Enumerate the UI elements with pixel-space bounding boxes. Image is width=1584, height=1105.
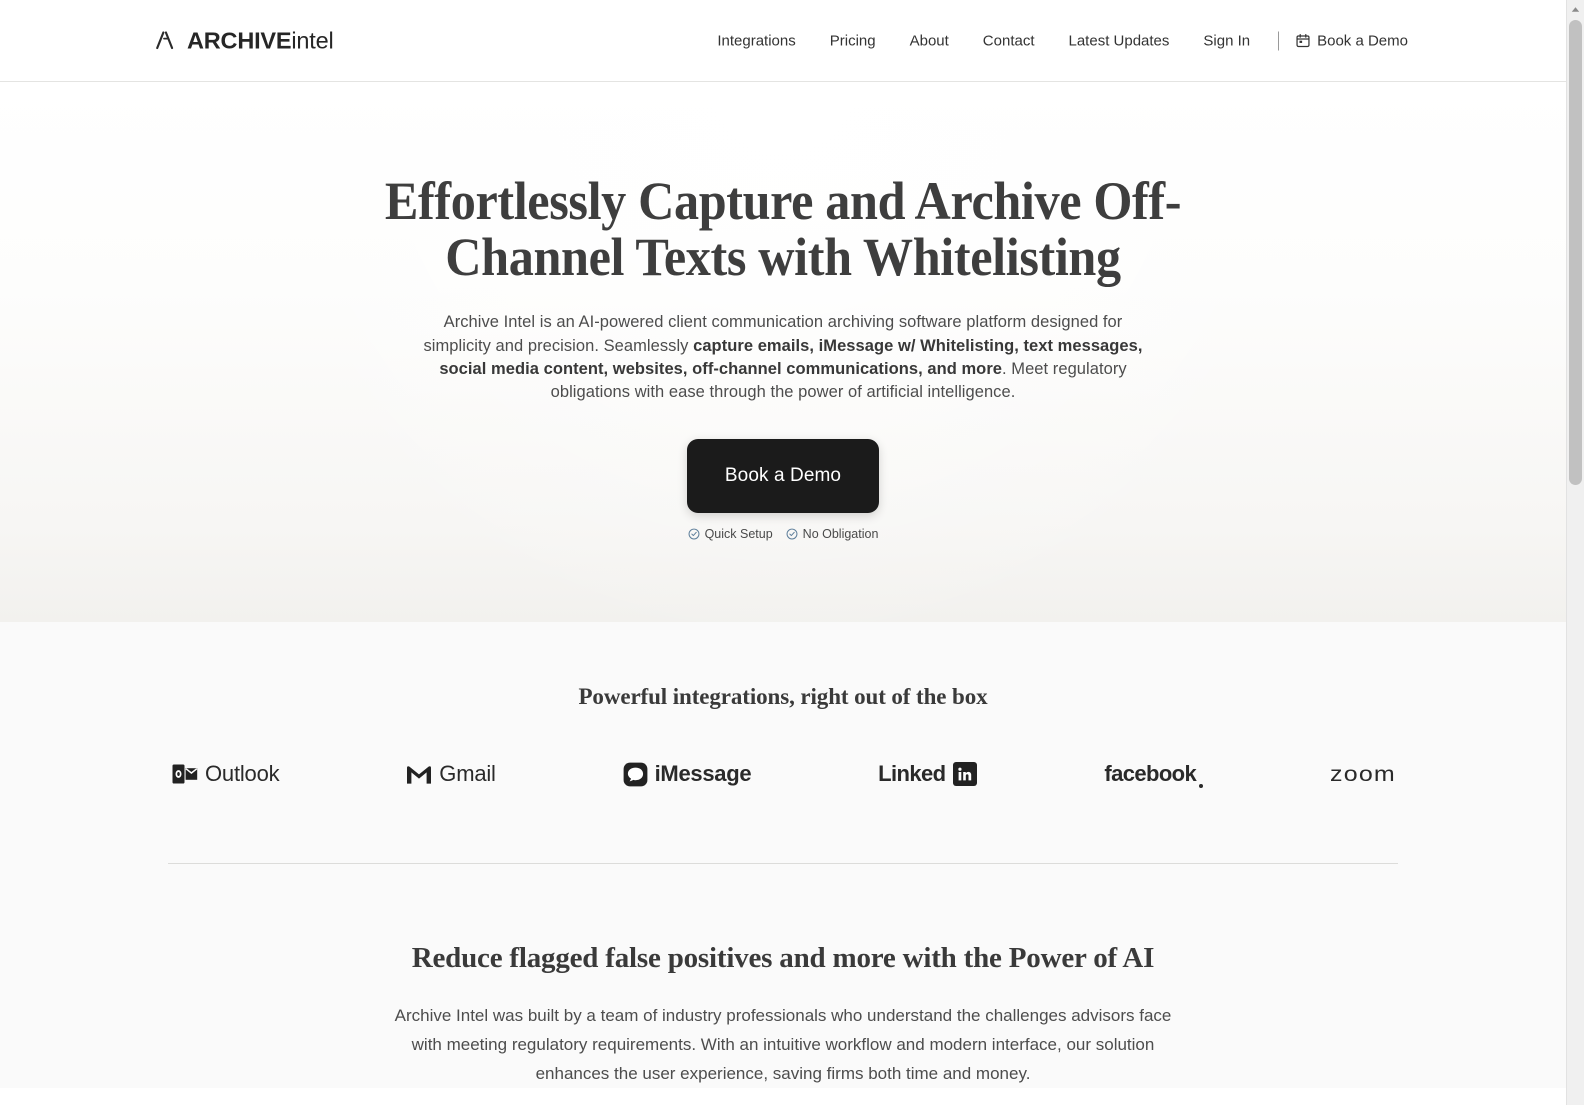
hero-subheadline: Archive Intel is an AI-powered client co… bbox=[423, 311, 1143, 405]
trust-indicators: Quick Setup No Obligation bbox=[688, 526, 879, 541]
hero-inner: Effortlessly Capture and Archive Off-Cha… bbox=[0, 82, 1566, 541]
browser-viewport: ARCHIVEintel Integrations Pricing About … bbox=[0, 0, 1584, 1105]
trust-label-quick-setup: Quick Setup bbox=[704, 526, 773, 541]
integration-logo-gmail: Gmail bbox=[406, 757, 496, 791]
nav-item-contact[interactable]: Contact bbox=[966, 27, 1052, 54]
brand-name-strong: ARCHIVE bbox=[187, 26, 292, 53]
ai-section-body: Archive Intel was built by a team of ind… bbox=[394, 1006, 1172, 1084]
scrollbar-up-arrow[interactable] bbox=[1567, 0, 1584, 18]
integration-label-zoom: zoom bbox=[1330, 761, 1396, 786]
nav-item-latest-updates[interactable]: Latest Updates bbox=[1052, 27, 1187, 54]
brand-text: ARCHIVEintel bbox=[187, 26, 334, 53]
calendar-icon bbox=[1296, 33, 1310, 48]
integration-label-imessage: iMessage bbox=[654, 761, 752, 786]
page-scrollbar[interactable] bbox=[1566, 0, 1584, 1105]
trust-label-no-obligation: No Obligation bbox=[802, 526, 879, 541]
site-header: ARCHIVEintel Integrations Pricing About … bbox=[0, 0, 1566, 82]
imessage-bubble-icon bbox=[623, 762, 648, 787]
brand-name-light: intel bbox=[291, 26, 334, 53]
integration-label-linkedin: Linked bbox=[878, 761, 946, 786]
trust-item-no-obligation: No Obligation bbox=[786, 526, 879, 541]
archive-a-mark-icon bbox=[156, 31, 178, 50]
integrations-section: Powerful integrations, right out of the … bbox=[0, 622, 1566, 864]
ai-section-heading: Reduce flagged false positives and more … bbox=[411, 942, 1155, 974]
check-circle-icon bbox=[688, 528, 700, 540]
trust-item-quick-setup: Quick Setup bbox=[688, 527, 773, 541]
outlook-icon bbox=[172, 762, 198, 786]
brand-logo[interactable]: ARCHIVEintel bbox=[156, 26, 334, 53]
nav-divider bbox=[1278, 31, 1280, 50]
integration-logos-row: Outlook Gmail iMessage Linked facebook z… bbox=[0, 757, 1566, 791]
nav-book-a-demo-button[interactable]: Book a Demo bbox=[1290, 26, 1410, 55]
integration-logo-facebook: facebook bbox=[1104, 757, 1204, 791]
hero-section: Effortlessly Capture and Archive Off-Cha… bbox=[0, 82, 1566, 622]
integration-label-outlook: Outlook bbox=[205, 761, 280, 786]
integrations-heading: Powerful integrations, right out of the … bbox=[578, 684, 988, 709]
scrollbar-thumb[interactable] bbox=[1569, 20, 1582, 485]
integration-logo-zoom: zoom bbox=[1330, 757, 1396, 791]
facebook-dot bbox=[1199, 784, 1204, 788]
check-circle-icon bbox=[786, 528, 798, 540]
hero-cta-group: Book a Demo Quick Setup No Obligation bbox=[0, 438, 1566, 541]
integration-logo-outlook: Outlook bbox=[172, 757, 280, 791]
nav-item-about[interactable]: About bbox=[893, 27, 966, 54]
gmail-m-icon bbox=[406, 764, 432, 785]
integration-logo-imessage: iMessage bbox=[623, 757, 752, 791]
integration-label-gmail: Gmail bbox=[439, 761, 496, 786]
nav-book-a-demo-label: Book a Demo bbox=[1317, 32, 1408, 49]
ai-power-section: Reduce flagged false positives and more … bbox=[0, 864, 1566, 1089]
nav-item-sign-in[interactable]: Sign In bbox=[1186, 27, 1267, 54]
linkedin-in-icon bbox=[953, 762, 978, 786]
hero-headline: Effortlessly Capture and Archive Off-Cha… bbox=[384, 171, 1182, 287]
integration-logo-linkedin: Linked bbox=[878, 757, 978, 791]
integration-label-facebook: facebook bbox=[1104, 761, 1197, 786]
main-navigation: Integrations Pricing About Contact Lates… bbox=[700, 26, 1410, 55]
nav-item-pricing[interactable]: Pricing bbox=[813, 27, 893, 54]
nav-item-integrations[interactable]: Integrations bbox=[700, 27, 812, 54]
hero-book-a-demo-button[interactable]: Book a Demo bbox=[687, 438, 879, 513]
page-content: ARCHIVEintel Integrations Pricing About … bbox=[0, 0, 1566, 1105]
